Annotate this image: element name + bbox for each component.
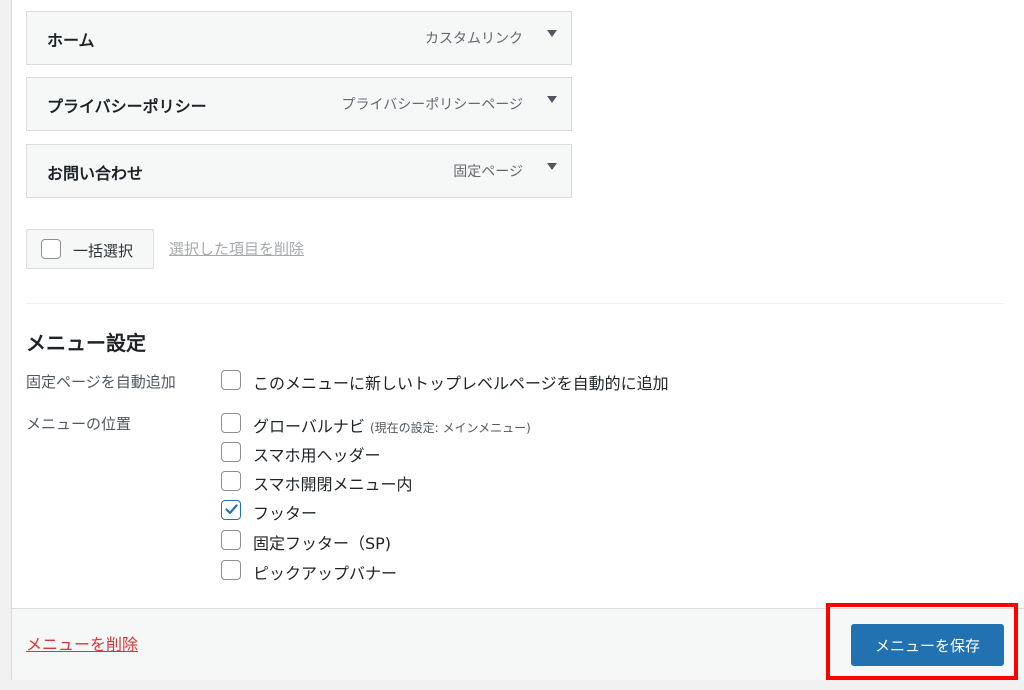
- section-divider: [26, 303, 1004, 304]
- menu-settings-heading: メニュー設定: [26, 331, 146, 355]
- location-checkbox[interactable]: [221, 560, 241, 580]
- checkmark-icon: [225, 504, 238, 515]
- delete-menu-link[interactable]: メニューを削除: [26, 631, 138, 655]
- menu-footer: メニューを削除 メニューを保存: [12, 608, 1024, 680]
- menu-editor-panel: ホーム カスタムリンク プライバシーポリシー プライバシーポリシーページ お問い…: [11, 0, 1024, 680]
- expand-arrow-icon[interactable]: [547, 30, 557, 37]
- menu-item-title: ホーム: [47, 31, 95, 50]
- auto-add-label: 固定ページを自動追加: [26, 373, 176, 391]
- menu-item-privacy-policy[interactable]: プライバシーポリシー プライバシーポリシーページ: [26, 77, 572, 131]
- location-label: ピックアップバナー: [253, 564, 398, 583]
- menu-item-home[interactable]: ホーム カスタムリンク: [26, 11, 572, 65]
- location-checkbox[interactable]: [221, 471, 241, 491]
- location-label: 固定フッター（SP): [253, 534, 392, 553]
- location-checkbox[interactable]: [221, 530, 241, 550]
- location-label: グローバルナビ (現在の設定: メインメニュー): [253, 417, 531, 436]
- location-checkbox[interactable]: [221, 413, 241, 433]
- bulk-select-label: 一括選択: [73, 242, 134, 260]
- bulk-select-toggle[interactable]: 一括選択: [26, 229, 154, 269]
- location-label: スマホ開閉メニュー内: [253, 475, 413, 494]
- menu-item-type: 固定ページ: [453, 164, 523, 180]
- save-menu-button[interactable]: メニューを保存: [851, 624, 1004, 666]
- location-checkbox[interactable]: [221, 442, 241, 462]
- menu-item-contact[interactable]: お問い合わせ 固定ページ: [26, 144, 572, 198]
- menu-item-type: プライバシーポリシーページ: [341, 97, 523, 113]
- menu-location-label: メニューの位置: [26, 415, 132, 433]
- location-label: フッター: [253, 504, 318, 523]
- location-checkbox-checked[interactable]: [221, 500, 241, 520]
- expand-arrow-icon[interactable]: [547, 96, 557, 103]
- menu-item-type: カスタムリンク: [425, 31, 523, 47]
- menu-item-title: お問い合わせ: [47, 164, 144, 183]
- auto-add-checkbox[interactable]: [221, 370, 241, 390]
- location-note: (現在の設定: メインメニュー): [369, 421, 531, 435]
- menu-item-title: プライバシーポリシー: [47, 97, 207, 116]
- bulk-select-checkbox[interactable]: [41, 239, 61, 259]
- delete-selected-link[interactable]: 選択した項目を削除: [169, 238, 304, 259]
- expand-arrow-icon[interactable]: [547, 163, 557, 170]
- location-label: スマホ用ヘッダー: [253, 446, 381, 465]
- auto-add-option-label: このメニューに新しいトップレベルページを自動的に追加: [253, 374, 669, 393]
